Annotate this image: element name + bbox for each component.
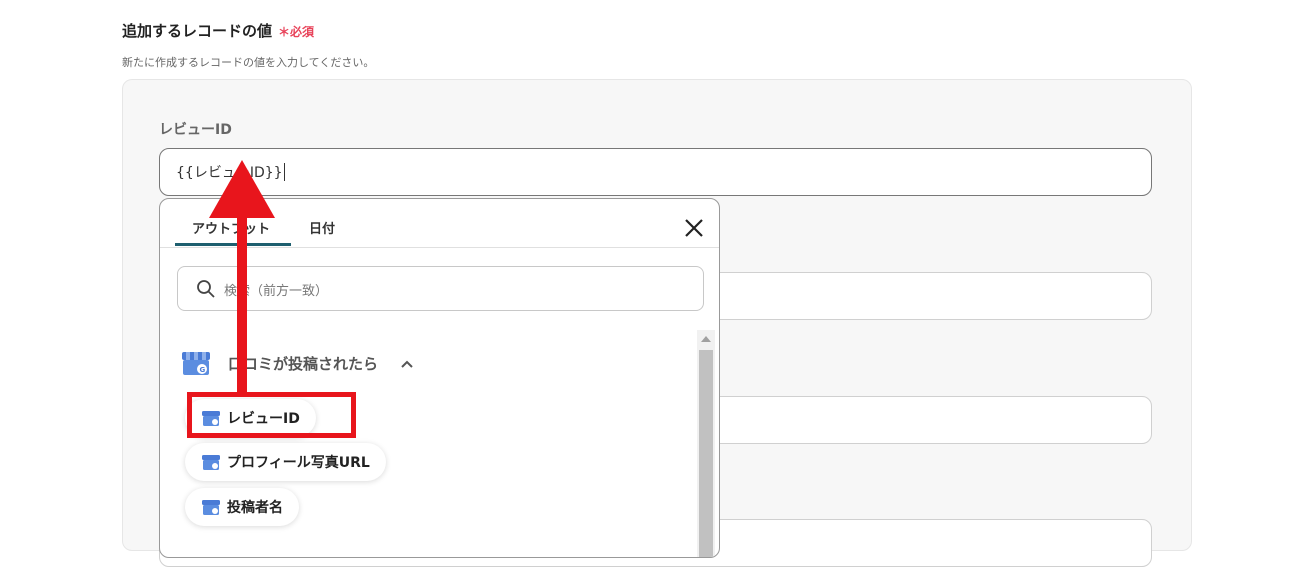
scrollbar-thumb[interactable]	[699, 350, 713, 557]
annotation-highlight-box	[187, 392, 356, 438]
search-icon	[197, 280, 215, 298]
text-caret	[283, 163, 285, 181]
scrollbar[interactable]	[697, 330, 715, 557]
chevron-up-icon[interactable]	[400, 359, 414, 369]
svg-text:G: G	[200, 366, 206, 374]
section-title: 追加するレコードの値 ＊必須	[122, 20, 314, 41]
output-item-label: 投稿者名	[227, 500, 283, 516]
annotation-arrow-shaft	[237, 208, 247, 394]
close-icon[interactable]	[683, 217, 705, 239]
review-id-input[interactable]: {{レビューID}}	[159, 148, 1152, 196]
tab-output[interactable]: アウトプット	[192, 218, 270, 237]
google-business-profile-icon	[202, 454, 220, 470]
section-title-text: 追加するレコードの値	[122, 22, 273, 40]
annotation-arrow-head	[209, 160, 275, 218]
output-item-label: プロフィール写真URL	[227, 455, 370, 471]
tab-date[interactable]: 日付	[309, 218, 335, 237]
output-item-profile-photo-url[interactable]: プロフィール写真URL	[185, 443, 386, 481]
active-tab-indicator	[175, 243, 291, 246]
output-item-author-name[interactable]: 投稿者名	[185, 488, 299, 526]
required-badge: ＊必須	[278, 25, 315, 39]
group-label[interactable]: 口コミが投稿されたら	[228, 353, 378, 374]
google-business-profile-icon	[202, 499, 220, 515]
google-business-profile-icon: G	[182, 352, 210, 375]
search-input[interactable]: 検索（前方一致）	[177, 266, 704, 311]
field-label: レビューID	[159, 122, 232, 138]
scroll-up-arrow-icon[interactable]	[701, 336, 711, 342]
section-description: 新たに作成するレコードの値を入力してください。	[122, 56, 375, 69]
